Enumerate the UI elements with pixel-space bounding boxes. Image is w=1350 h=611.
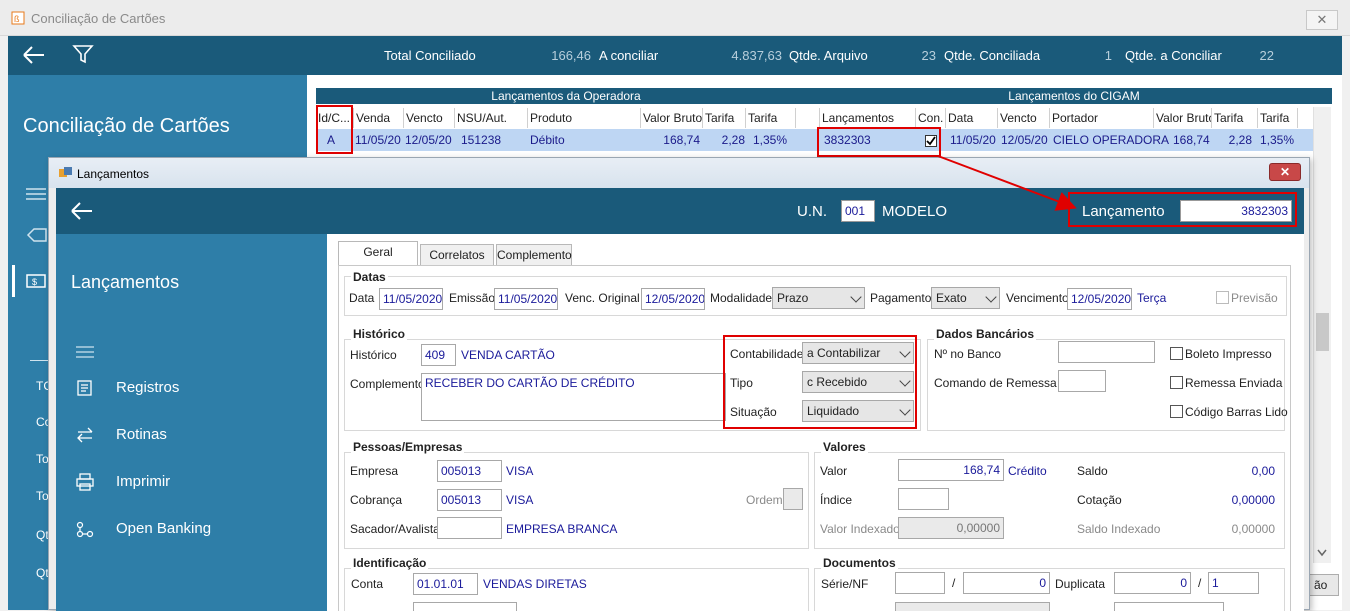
annotation-arrow — [937, 155, 1077, 211]
